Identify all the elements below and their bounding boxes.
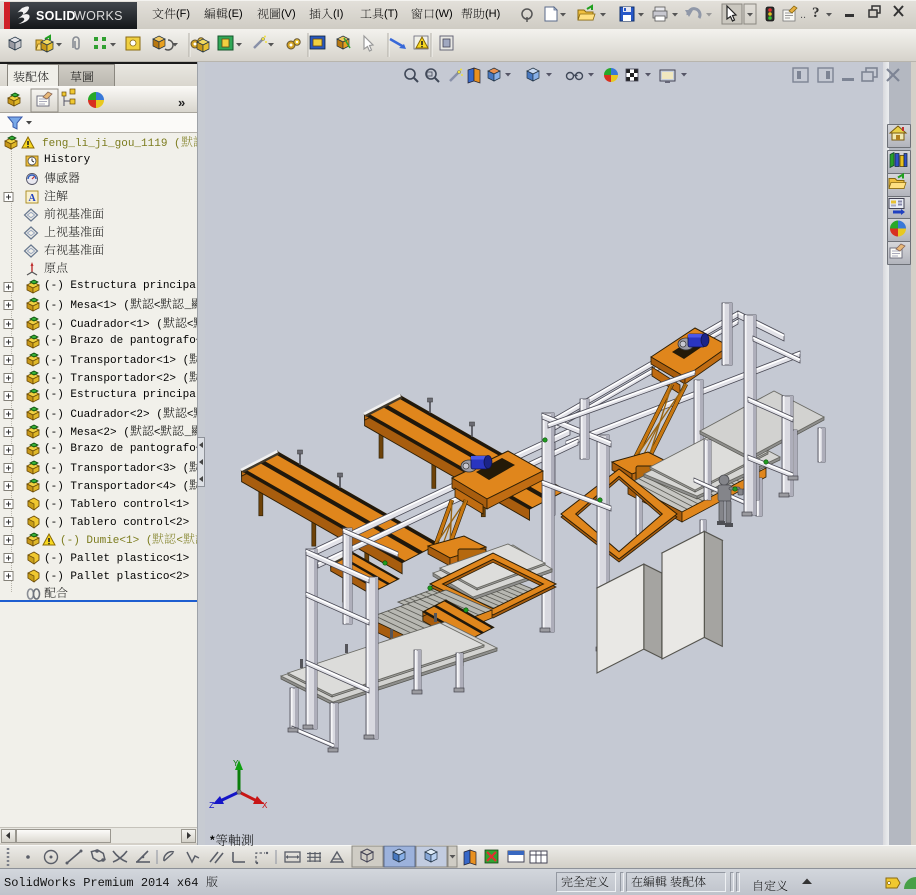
svg-text:A: A (29, 193, 37, 204)
